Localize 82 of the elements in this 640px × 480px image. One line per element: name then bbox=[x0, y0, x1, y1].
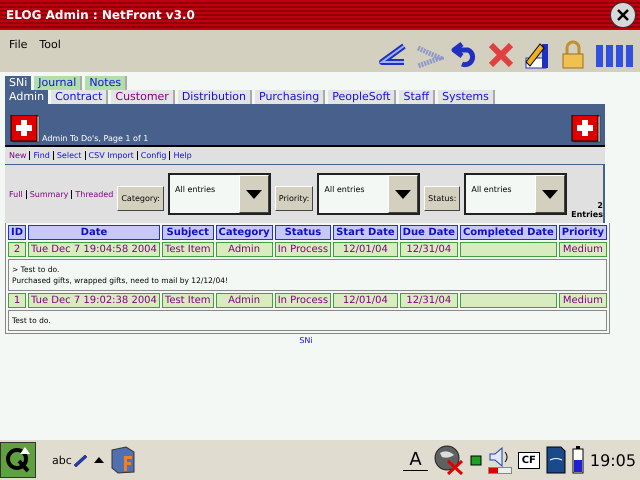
filter-select[interactable]: All entries bbox=[464, 173, 568, 215]
menu-item[interactable]: File bbox=[9, 38, 28, 51]
footer-link[interactable]: SNi bbox=[299, 336, 313, 345]
up-arrow-icon[interactable] bbox=[94, 457, 104, 463]
tab[interactable]: PeopleSoft bbox=[328, 90, 396, 104]
stop-icon[interactable] bbox=[486, 40, 516, 70]
command-link[interactable]: CSV Import bbox=[88, 151, 134, 160]
filter-button[interactable]: Priority: bbox=[274, 186, 314, 210]
down-triangle-icon bbox=[542, 190, 558, 198]
table-cell: Tue Dec 7 19:04:58 2004 bbox=[28, 242, 160, 257]
table-cell: 12/01/04 bbox=[333, 293, 398, 308]
view-link[interactable]: Full bbox=[9, 190, 23, 198]
table-cell: Medium bbox=[558, 242, 607, 257]
dropdown-button[interactable] bbox=[535, 175, 566, 213]
battery-icon bbox=[572, 446, 584, 474]
filter-select[interactable]: All entries bbox=[168, 173, 271, 215]
down-triangle-icon bbox=[246, 190, 262, 198]
q-logo-icon bbox=[4, 446, 32, 474]
tab[interactable]: Systems bbox=[438, 90, 495, 104]
tab[interactable]: Journal bbox=[34, 76, 82, 90]
notebook-icon bbox=[571, 115, 601, 143]
table-cell: Tue Dec 7 19:02:38 2004 bbox=[28, 293, 160, 308]
tab[interactable]: SNi bbox=[5, 76, 32, 90]
window-title: ELOG Admin : NetFront v3.0 bbox=[6, 8, 195, 22]
dropdown-button[interactable] bbox=[388, 175, 418, 213]
table-cell: In Process bbox=[274, 293, 332, 308]
clock: 19:05 bbox=[590, 450, 636, 470]
menu-item[interactable]: Tool bbox=[39, 38, 61, 51]
table-cell: Admin bbox=[216, 293, 273, 308]
notebook-icon bbox=[10, 115, 40, 143]
table-cell: 12/01/04 bbox=[333, 242, 398, 257]
sd-card-icon[interactable] bbox=[546, 446, 566, 474]
plug-icon[interactable] bbox=[470, 453, 482, 467]
close-button[interactable] bbox=[610, 2, 636, 28]
input-method-label[interactable]: abc bbox=[52, 454, 72, 466]
keyboard-label[interactable]: A bbox=[403, 450, 428, 470]
column-header[interactable]: Start Date bbox=[333, 225, 398, 240]
table-cell: 12/31/04 bbox=[400, 293, 458, 308]
table-cell: Test Item bbox=[162, 242, 214, 257]
table-cell: Medium bbox=[558, 293, 607, 308]
table-cell: In Process bbox=[274, 242, 332, 257]
command-link[interactable]: New bbox=[9, 151, 26, 160]
column-header[interactable]: ID bbox=[8, 225, 26, 240]
page-title: Admin To Do's, Page 1 of 1 bbox=[42, 134, 148, 143]
start-button[interactable] bbox=[0, 442, 36, 478]
down-triangle-icon bbox=[395, 190, 412, 198]
tab[interactable]: Admin bbox=[5, 90, 48, 104]
table-cell: 1 bbox=[8, 293, 26, 308]
column-header[interactable]: Priority bbox=[558, 225, 607, 240]
column-header[interactable]: Status bbox=[274, 225, 332, 240]
command-link[interactable]: Find bbox=[33, 151, 50, 160]
command-link[interactable]: Select bbox=[56, 151, 82, 160]
column-header[interactable]: Subject bbox=[162, 225, 214, 240]
column-header[interactable]: Category bbox=[216, 225, 273, 240]
table-cell: 2 bbox=[8, 242, 26, 257]
close-icon bbox=[615, 7, 631, 23]
network-disconnected-icon[interactable] bbox=[434, 445, 464, 475]
dropdown-button[interactable] bbox=[238, 175, 269, 213]
tab[interactable]: Customer bbox=[111, 90, 175, 104]
filter-select[interactable]: All entries bbox=[317, 173, 420, 215]
pencil-icon[interactable] bbox=[72, 453, 88, 467]
tab[interactable]: Notes bbox=[85, 76, 128, 90]
card-label[interactable]: CF bbox=[518, 452, 540, 468]
tab[interactable]: Purchasing bbox=[255, 90, 326, 104]
entry-count: 2 bbox=[597, 201, 603, 210]
filter-button[interactable]: Status: bbox=[424, 186, 460, 210]
table-cell: 12/31/04 bbox=[400, 242, 458, 257]
table-cell: Test Item bbox=[162, 293, 214, 308]
table-cell: Admin bbox=[216, 242, 273, 257]
tab[interactable]: Distribution bbox=[178, 90, 252, 104]
view-link[interactable]: Summary bbox=[30, 190, 68, 198]
column-header[interactable]: Completed Date bbox=[460, 225, 557, 240]
column-header[interactable]: Date bbox=[28, 225, 160, 240]
column-header[interactable]: Due Date bbox=[400, 225, 458, 240]
app-icon[interactable] bbox=[110, 446, 136, 474]
entry-count-label: Entries bbox=[571, 210, 603, 219]
filter-button[interactable]: Category: bbox=[117, 186, 164, 210]
view-link[interactable]: Threaded bbox=[75, 190, 114, 198]
tab[interactable]: Contract bbox=[51, 90, 108, 104]
command-link[interactable]: Help bbox=[173, 151, 192, 160]
command-link[interactable]: Config bbox=[140, 151, 166, 160]
tab[interactable]: Staff bbox=[399, 90, 436, 104]
